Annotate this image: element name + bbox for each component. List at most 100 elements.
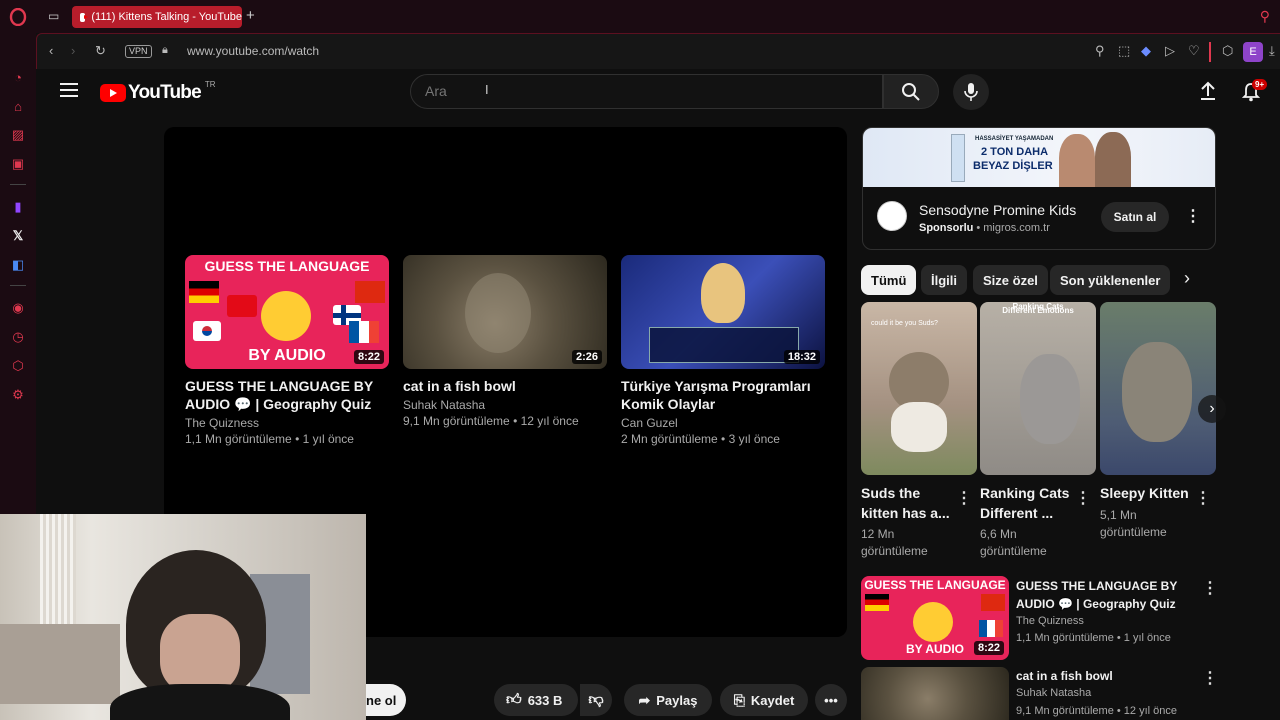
endscreen-title[interactable]: cat in a fish bowl [403,377,607,395]
sidebar-divider [10,285,26,286]
short-thumbnail[interactable]: Ranking Cats Different Emotions [980,302,1096,475]
duration-badge: 8:22 [353,350,384,364]
tab-active[interactable]: (111) Kittens Talking - YouTube [72,6,242,28]
window-blinds [40,514,76,634]
chip-related[interactable]: İlgili [921,265,967,295]
ad-card[interactable]: HASSASİYET YAŞAMADAN 2 TON DAHA BEYAZ Dİ… [862,127,1216,250]
extensions-icon[interactable]: ⬡ [9,357,27,375]
tab-bar: ▭ (111) Kittens Talking - YouTube + ⚲ [36,0,1280,33]
related-title[interactable]: GUESS THE LANGUAGE BY [1016,577,1177,595]
related-menu-icon[interactable]: ⋮ [1202,578,1218,598]
couch-shape [0,624,120,704]
endscreen-meta: 9,1 Mn görüntüleme • 12 yıl önce [403,414,579,428]
translate-icon[interactable]: ◧ [9,256,27,274]
chip-for-you[interactable]: Size özel [973,265,1048,295]
twitch-icon[interactable]: ▮ [9,198,27,216]
opera-logo-icon[interactable] [9,8,27,26]
pin-icon[interactable]: ⚲ [1095,43,1105,59]
short-title[interactable]: kitten has a... [861,503,950,523]
more-actions-button[interactable]: ••• [815,684,847,716]
x-icon[interactable]: 𝕏 [9,227,27,245]
related-title[interactable]: cat in a fish bowl [1016,667,1113,685]
crypto-wallet-icon[interactable]: ⌂ [9,97,27,115]
youtube-logo[interactable]: YouTube TR [100,80,216,104]
messenger-icon[interactable]: ▣ [9,155,27,173]
endscreen-thumbnail[interactable]: GUESS THE LANGUAGE BY AUDIO 8:22 [185,255,389,369]
text-cursor-icon: I [485,82,489,97]
related-channel: Suhak Natasha [1016,687,1092,699]
cat-shape [1020,354,1080,444]
upload-icon[interactable] [1199,81,1217,106]
endscreen-title[interactable]: Türkiye Yarışma Programları Komik Olayla… [621,377,825,413]
workspaces-icon[interactable]: ▭ [48,9,59,23]
vpn-badge[interactable]: VPN [125,45,152,58]
thumbs-up-icon: 👍︎ [506,691,522,708]
like-count: 633 B [527,692,563,708]
new-tab-button[interactable]: + [246,7,255,24]
save-button[interactable]: ⎘ Kaydet [720,684,808,716]
short-menu-icon[interactable]: ⋮ [1075,488,1091,508]
related-channel: The Quizness [1016,615,1084,627]
endscreen-thumbnail[interactable]: 2:26 [403,255,607,369]
pinboard-icon[interactable]: ▨ [9,126,27,144]
short-title[interactable]: Different ... [980,503,1053,523]
related-menu-icon[interactable]: ⋮ [1202,668,1218,688]
sidebar-divider [10,184,26,185]
endscreen-channel: Suhak Natasha [403,398,486,412]
short-caption: Different Emotions [1002,306,1074,315]
aria-icon[interactable]: ◔ [9,68,27,86]
ad-banner-line3: BEYAZ DİŞLER [973,160,1053,172]
menu-icon[interactable] [60,83,78,97]
ad-menu-icon[interactable]: ⋮ [1185,206,1201,226]
send-icon[interactable]: ▷ [1165,43,1175,59]
like-button[interactable]: 👍︎ 633 B [494,684,578,716]
profile-avatar[interactable]: E [1243,42,1263,62]
reload-icon[interactable]: ↻ [95,43,106,59]
short-title[interactable]: Suds the [861,483,920,503]
dislike-button[interactable]: 👎︎ [580,684,612,716]
voice-search-button[interactable] [953,74,989,110]
short-menu-icon[interactable]: ⋮ [956,488,972,508]
forward-icon[interactable]: › [71,43,75,58]
related-thumbnail[interactable] [861,667,1009,720]
chips-next-icon[interactable]: › [1184,268,1190,289]
related-thumbnail[interactable]: GUESS THE LANGUAGE BY AUDIO 8:22 [861,576,1009,660]
lock-icon[interactable]: 🔒︎ [162,44,168,57]
endscreen-title[interactable]: GUESS THE LANGUAGE BY AUDIO 💬 | Geograph… [185,377,389,413]
endscreen-thumbnail[interactable]: 18:32 [621,255,825,369]
endscreen-channel: The Quizness [185,416,260,430]
shield-icon[interactable]: ◆ [1141,43,1151,59]
search-button[interactable] [883,74,939,109]
advertiser-avatar [877,201,907,231]
subscribe-button[interactable]: ne ol [366,684,406,716]
heart-icon[interactable]: ♡ [1188,43,1200,59]
back-icon[interactable]: ‹ [49,43,53,58]
url-text[interactable]: www.youtube.com/watch [187,44,319,58]
short-title[interactable]: Ranking Cats [980,483,1069,503]
related-meta: 1,1 Mn görüntüleme • 1 yıl önce [1016,632,1171,644]
short-menu-icon[interactable]: ⋮ [1195,488,1211,508]
share-button[interactable]: ➦ Paylaş [624,684,712,716]
endscreen-meta: 2 Mn görüntüleme • 3 yıl önce [621,432,780,446]
chip-all[interactable]: Tümü [861,265,917,295]
related-title[interactable]: AUDIO 💬 | Geography Quiz [1016,595,1176,613]
history-icon[interactable]: ◷ [9,328,27,346]
player-icon[interactable]: ◉ [9,299,27,317]
download-icon[interactable]: ⤓ [1269,43,1275,59]
shorts-next-icon[interactable]: › [1198,395,1226,423]
buy-button[interactable]: Satın al [1101,202,1169,232]
extensions-puzzle-icon[interactable]: ⬡ [1222,43,1233,59]
short-views: görüntüleme [861,544,928,558]
chip-recent[interactable]: Son yüklenenler [1050,265,1171,295]
ad-banner[interactable]: HASSASİYET YAŞAMADAN 2 TON DAHA BEYAZ Dİ… [863,128,1215,187]
snapshot-icon[interactable]: ⬚ [1118,43,1130,59]
short-thumbnail[interactable] [1100,302,1216,475]
short-title[interactable]: Sleepy Kitten [1100,483,1189,503]
settings-icon[interactable]: ⚙ [9,386,27,404]
short-views: görüntüleme [1100,525,1167,539]
ad-meta: Sponsorlu • migros.com.tr [919,222,1050,234]
search-tabs-icon[interactable]: ⚲ [1260,8,1270,25]
short-thumbnail[interactable]: could it be you Suds? [861,302,977,475]
search-box[interactable]: I [410,74,883,109]
person-face [160,614,240,694]
